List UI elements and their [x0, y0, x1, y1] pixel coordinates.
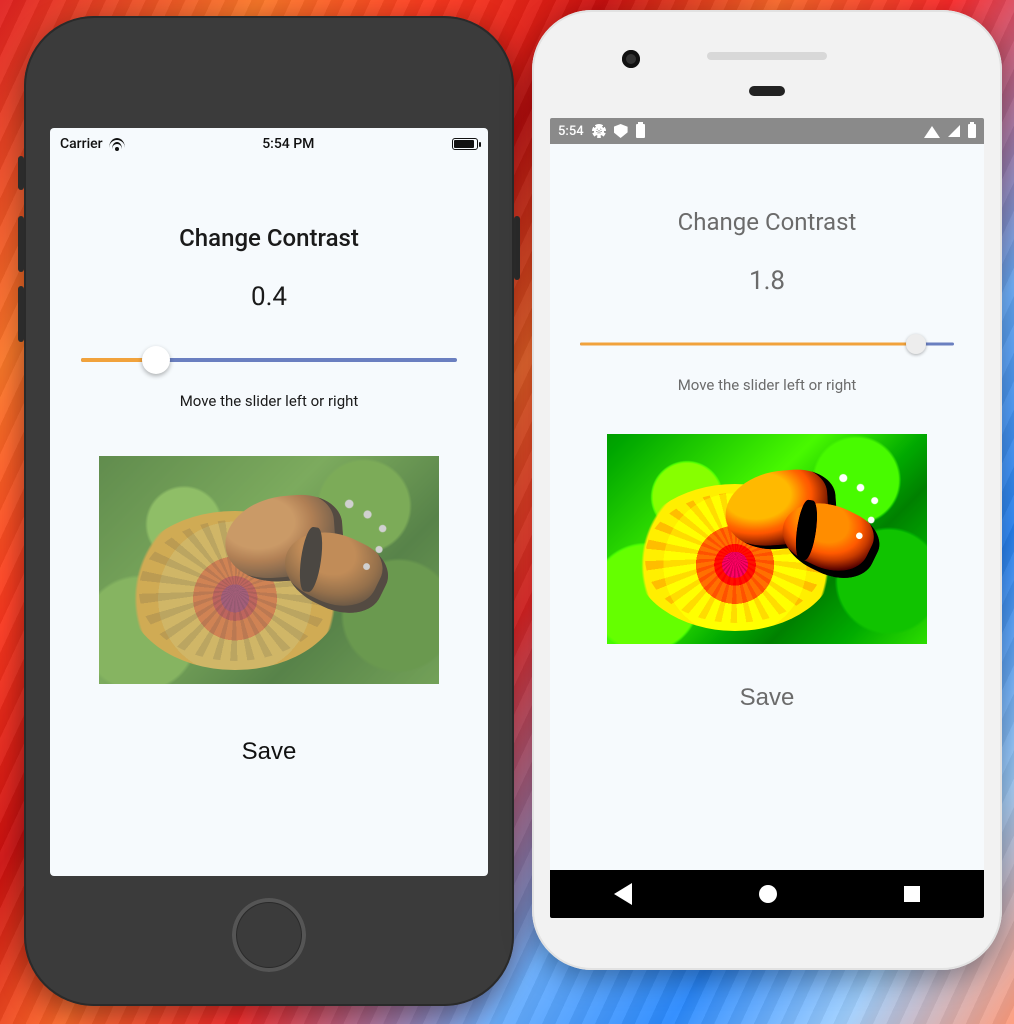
battery-icon: [452, 138, 478, 150]
slider-hint: Move the slider left or right: [678, 376, 857, 394]
pixel-sensor: [749, 86, 785, 96]
preview-image: [607, 434, 927, 644]
page-title: Change Contrast: [179, 224, 359, 252]
slider-hint: Move the slider left or right: [180, 392, 359, 410]
slider-thumb[interactable]: [142, 346, 170, 374]
battery-saver-icon: [636, 124, 645, 138]
contrast-slider[interactable]: [580, 330, 953, 358]
status-time: 5:54: [558, 124, 584, 139]
slider-fill: [580, 343, 916, 346]
wifi-icon: [109, 138, 125, 150]
contrast-slider[interactable]: [81, 346, 458, 374]
android-status-bar: 5:54: [550, 118, 984, 144]
ios-app-content: Change Contrast 0.4 Move the slider left…: [50, 160, 488, 876]
iphone-device-frame: Carrier 5:54 PM Change Contrast 0.4 Mo: [24, 16, 514, 1006]
nav-home-button[interactable]: [759, 885, 777, 903]
preview-image: [99, 456, 439, 684]
contrast-value: 0.4: [251, 282, 287, 312]
iphone-volume-down: [18, 286, 24, 342]
gear-icon: [592, 124, 606, 138]
nav-back-button[interactable]: [614, 883, 632, 905]
signal-icon: [948, 125, 960, 137]
status-carrier: Carrier: [60, 136, 103, 152]
pixel-front-camera: [622, 50, 640, 68]
iphone-mute-switch: [18, 156, 24, 190]
status-time: 5:54 PM: [262, 136, 314, 152]
save-button[interactable]: Save: [242, 738, 297, 766]
slider-track: [81, 358, 458, 362]
iphone-home-button[interactable]: [232, 898, 306, 972]
ios-status-bar: Carrier 5:54 PM: [50, 128, 488, 160]
shield-icon: [614, 124, 628, 138]
android-app-content: Change Contrast 1.8 Move the slider left…: [550, 144, 984, 870]
iphone-power-button: [514, 216, 520, 280]
slider-thumb[interactable]: [906, 334, 926, 354]
page-title: Change Contrast: [678, 208, 857, 236]
slider-track: [580, 343, 953, 346]
iphone-screen: Carrier 5:54 PM Change Contrast 0.4 Mo: [50, 128, 488, 876]
iphone-volume-up: [18, 216, 24, 272]
pixel-speaker-grill: [707, 52, 827, 60]
contrast-value: 1.8: [749, 266, 785, 296]
save-button[interactable]: Save: [740, 684, 795, 712]
pixel-screen: 5:54 Change Contrast 1.8: [550, 118, 984, 918]
nav-recent-button[interactable]: [904, 886, 920, 902]
battery-icon: [968, 124, 976, 138]
wifi-icon: [924, 126, 940, 138]
android-nav-bar: [550, 870, 984, 918]
pixel-device-frame: 5:54 Change Contrast 1.8: [532, 10, 1002, 970]
